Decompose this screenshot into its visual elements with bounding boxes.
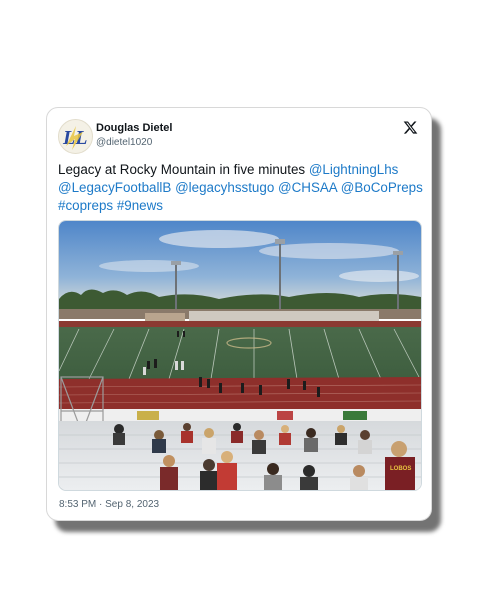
mention-link[interactable]: @CHSAA [278, 180, 337, 195]
tweet-text: Legacy at Rocky Mountain in five minutes… [58, 161, 424, 215]
hashtag-link[interactable]: #9news [117, 198, 163, 213]
x-logo-icon[interactable] [403, 120, 418, 135]
tweet-timestamp[interactable]: 8:53 PM · Sep 8, 2023 [59, 499, 159, 510]
mention-link[interactable]: @BoCoPreps [341, 180, 423, 195]
tweet-card[interactable]: LL Douglas Dietel @dietel1020 Legacy at … [46, 107, 432, 521]
mention-link[interactable]: @LegacyFootballB [58, 180, 171, 195]
shirt-lettering: LOBOS [390, 466, 411, 472]
mention-link[interactable]: @LightningLhs [309, 162, 399, 177]
tweet-text-intro: Legacy at Rocky Mountain in five minutes [58, 162, 309, 177]
avatar[interactable]: LL [58, 119, 93, 154]
tweet-photo[interactable]: LOBOS [58, 220, 422, 491]
mention-link[interactable]: @legacyhsstugo [175, 180, 274, 195]
author-display-name[interactable]: Douglas Dietel [96, 122, 172, 134]
author-handle[interactable]: @dietel1020 [96, 137, 152, 148]
hashtag-link[interactable]: #copreps [58, 198, 113, 213]
football-stadium-photo: LOBOS [59, 221, 421, 490]
